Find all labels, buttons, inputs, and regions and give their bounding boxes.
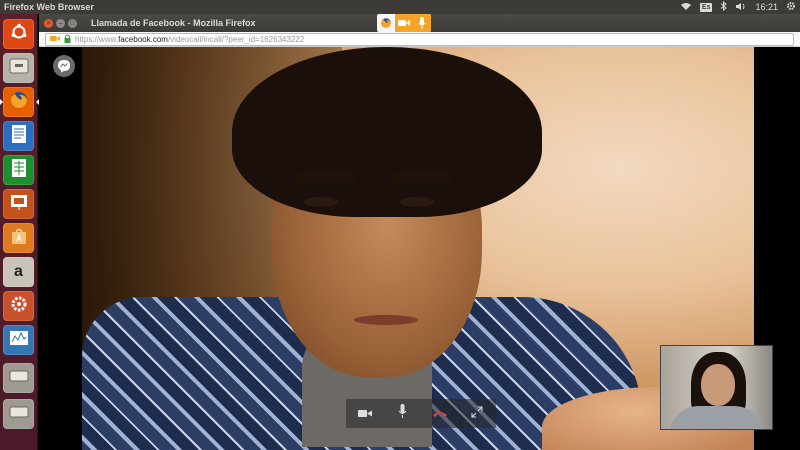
top-panel: Firefox Web Browser Es 16:21 (0, 0, 800, 14)
launcher-drive-2[interactable] (3, 399, 34, 429)
minimize-icon: – (58, 19, 63, 27)
desktop: Firefox Web Browser Es 16:21 a × – □ Lla… (0, 0, 800, 450)
window-titlebar[interactable]: × – □ Llamada de Facebook - Mozilla Fire… (39, 14, 800, 32)
launcher-software-center[interactable] (3, 223, 34, 253)
video-subject-hair (232, 47, 542, 217)
calc-icon (11, 158, 27, 183)
firefox-icon (9, 90, 29, 115)
settings-icon (9, 294, 29, 319)
close-icon: × (46, 19, 51, 27)
preview-subject-face (701, 364, 735, 406)
camera-icon (395, 14, 413, 32)
video-subject-eye (400, 197, 434, 207)
toggle-camera-button[interactable] (354, 403, 376, 425)
microphone-icon (398, 404, 407, 423)
launcher-ubuntu-dash[interactable] (3, 19, 34, 49)
url-text: https://www.facebook.com/videocall/incal… (75, 35, 304, 44)
video-subject-brow (392, 173, 450, 183)
monitor-icon (9, 330, 29, 351)
camera-icon (357, 405, 372, 423)
keyboard-layout-indicator[interactable]: Es (699, 2, 713, 12)
preview-subject-body (669, 406, 764, 429)
navigation-toolbar: https://www.facebook.com/videocall/incal… (39, 32, 800, 47)
url-path: /videocall/incall/?peer_id=1626343222 (167, 35, 305, 44)
fullscreen-icon (471, 405, 483, 423)
url-prefix: https://www. (75, 35, 119, 44)
end-call-button[interactable] (429, 403, 451, 425)
local-video-preview[interactable] (660, 345, 773, 430)
call-controls (346, 399, 496, 428)
video-subject-brow (297, 173, 355, 183)
launcher-drive-1[interactable] (3, 363, 34, 393)
camera-permission-icon[interactable] (50, 35, 60, 44)
minimize-window-button[interactable]: – (56, 18, 65, 28)
fullscreen-button[interactable] (466, 403, 488, 425)
firefox-icon (377, 14, 395, 32)
launcher-libreoffice-writer[interactable] (3, 121, 34, 151)
remote-video-stream[interactable] (82, 47, 754, 450)
launcher-files[interactable] (3, 53, 34, 83)
launcher-system-monitor[interactable] (3, 325, 34, 355)
launcher-libreoffice-calc[interactable] (3, 155, 34, 185)
wifi-icon[interactable] (680, 2, 692, 13)
volume-icon[interactable] (735, 2, 747, 13)
launcher: a (0, 14, 39, 450)
end-call-icon (432, 405, 448, 423)
bluetooth-icon[interactable] (720, 0, 728, 13)
settings-gear-icon[interactable] (786, 1, 796, 13)
launcher-firefox[interactable] (0, 87, 39, 117)
close-window-button[interactable]: × (44, 18, 53, 28)
launcher-system-settings[interactable] (3, 291, 34, 321)
amazon-icon: a (14, 263, 23, 280)
ubuntu-logo-icon (10, 23, 28, 46)
writer-icon (11, 124, 27, 149)
clock[interactable]: 16:21 (755, 2, 778, 12)
maximize-icon: □ (70, 19, 75, 27)
video-subject-mouth (354, 315, 418, 325)
messenger-icon[interactable] (53, 55, 75, 77)
url-domain: facebook.com (118, 35, 168, 44)
lock-icon[interactable] (64, 34, 71, 45)
drive-icon (9, 405, 29, 423)
video-subject-eye (304, 197, 338, 207)
system-tray: Es 16:21 (680, 0, 796, 14)
launcher-libreoffice-impress[interactable] (3, 189, 34, 219)
shopping-bag-icon (10, 227, 28, 250)
video-call-area (39, 47, 800, 450)
file-cabinet-icon (9, 58, 29, 79)
impress-icon (10, 193, 28, 216)
window-title: Llamada de Facebook - Mozilla Firefox (91, 18, 256, 28)
launcher-amazon[interactable]: a (3, 257, 34, 287)
drive-icon (9, 369, 29, 387)
url-field[interactable]: https://www.facebook.com/videocall/incal… (45, 33, 794, 46)
microphone-icon (413, 14, 431, 32)
media-sharing-indicator[interactable] (377, 14, 431, 32)
firefox-window: × – □ Llamada de Facebook - Mozilla Fire… (39, 14, 800, 450)
maximize-window-button[interactable]: □ (68, 18, 77, 28)
toggle-microphone-button[interactable] (391, 403, 413, 425)
active-app-title: Firefox Web Browser (4, 2, 94, 12)
